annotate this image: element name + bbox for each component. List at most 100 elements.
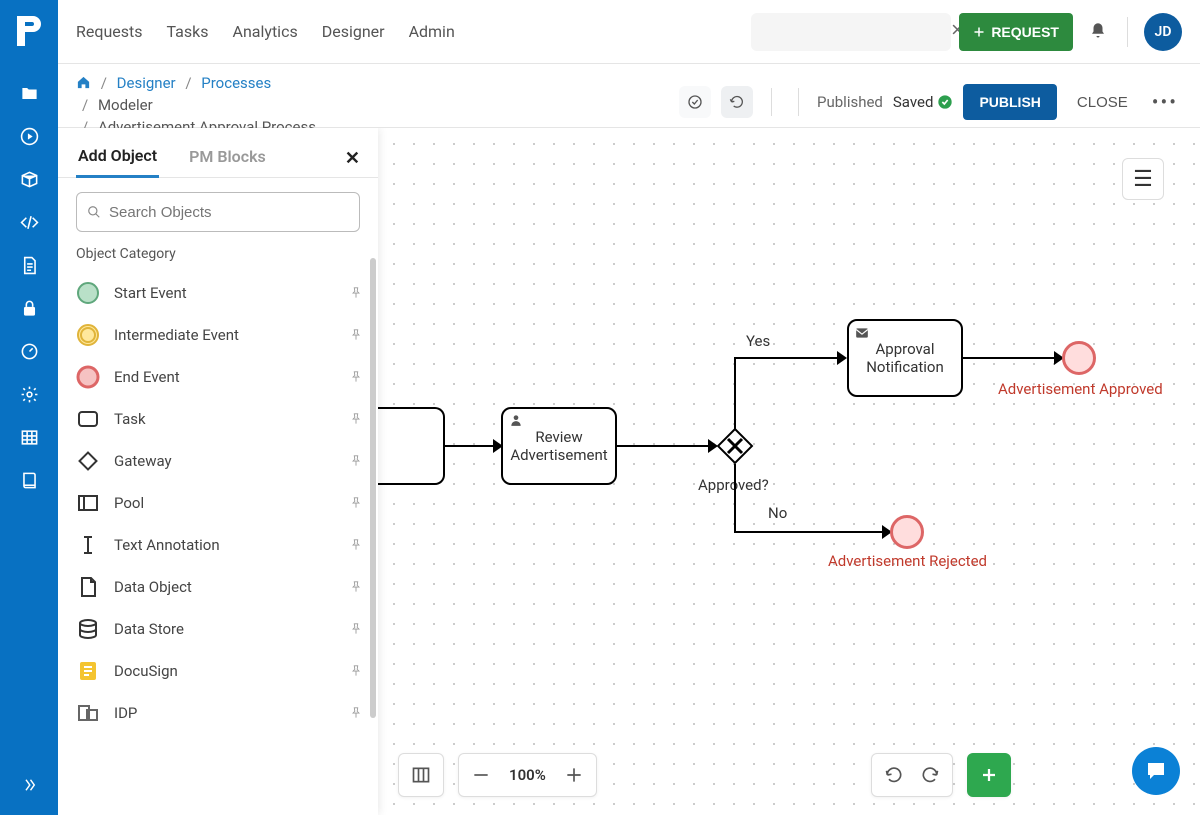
rail-lock-icon[interactable] xyxy=(0,287,58,330)
status-published: Published xyxy=(817,93,883,111)
pin-icon[interactable] xyxy=(342,279,370,307)
pin-icon[interactable] xyxy=(342,573,370,601)
object-item-pool[interactable]: Pool xyxy=(76,482,370,524)
home-icon[interactable] xyxy=(76,74,91,92)
node-end-rejected[interactable] xyxy=(890,515,924,549)
global-search[interactable] xyxy=(751,13,951,51)
pool-icon xyxy=(76,491,100,515)
crumb-designer[interactable]: Designer xyxy=(117,74,176,92)
zoom-in-button[interactable] xyxy=(564,765,584,785)
new-request-button[interactable]: REQUEST xyxy=(959,13,1073,51)
node-notify-task[interactable]: Approval Notification xyxy=(847,319,963,397)
tab-pm-blocks[interactable]: PM Blocks xyxy=(187,141,268,176)
zoom-level: 100% xyxy=(509,766,546,784)
validate-button[interactable] xyxy=(679,86,711,118)
panel-close-icon[interactable]: ✕ xyxy=(345,148,360,169)
topnav-requests[interactable]: Requests xyxy=(76,22,143,41)
more-menu-icon[interactable]: ••• xyxy=(1148,90,1182,114)
close-button[interactable]: CLOSE xyxy=(1067,84,1138,120)
rail-book-icon[interactable] xyxy=(0,459,58,502)
rail-code-icon[interactable] xyxy=(0,201,58,244)
publish-button[interactable]: PUBLISH xyxy=(963,84,1056,120)
object-item-text-annotation[interactable]: Text Annotation xyxy=(76,524,370,566)
notifications-icon[interactable] xyxy=(1089,21,1107,43)
app-logo xyxy=(14,14,44,48)
pin-icon[interactable] xyxy=(342,489,370,517)
object-item-data-object[interactable]: Data Object xyxy=(76,566,370,608)
request-button-label: REQUEST xyxy=(991,24,1059,40)
object-label: Data Object xyxy=(114,578,342,596)
chat-fab[interactable] xyxy=(1132,747,1180,795)
rail-doc-icon[interactable] xyxy=(0,244,58,287)
object-label: Data Store xyxy=(114,620,342,638)
pin-icon[interactable] xyxy=(342,657,370,685)
rail-gear-icon[interactable] xyxy=(0,373,58,416)
minimap-button[interactable] xyxy=(398,753,444,797)
process-canvas[interactable]: ☰ Review Advertisement xyxy=(378,128,1200,815)
rail-dial-icon[interactable] xyxy=(0,330,58,373)
rail-expand-button[interactable] xyxy=(0,755,58,815)
rail-table-icon[interactable] xyxy=(0,416,58,459)
pin-icon[interactable] xyxy=(342,363,370,391)
object-item-intermediate-event[interactable]: Intermediate Event xyxy=(76,314,370,356)
status-saved: Saved xyxy=(893,93,954,111)
pin-icon[interactable] xyxy=(342,615,370,643)
scrollbar[interactable] xyxy=(370,258,376,718)
search-icon xyxy=(87,205,101,219)
node-review-label: Review Advertisement xyxy=(507,428,611,464)
object-label: Intermediate Event xyxy=(114,326,342,344)
breadcrumb-bar: / Designer / Processes / Modeler / Adver… xyxy=(58,64,1200,128)
object-label: Text Annotation xyxy=(114,536,342,554)
add-element-button[interactable] xyxy=(967,753,1011,797)
topnav-tasks[interactable]: Tasks xyxy=(167,22,209,41)
intermediate-event-icon xyxy=(76,323,100,347)
flow-no-label: No xyxy=(768,504,787,522)
rail-play-icon[interactable] xyxy=(0,115,58,158)
object-item-start-event[interactable]: Start Event xyxy=(76,272,370,314)
idp-icon xyxy=(76,701,100,725)
rail-folder-icon[interactable] xyxy=(0,72,58,115)
object-item-docusign[interactable]: DocuSign xyxy=(76,650,370,692)
data-object-icon xyxy=(76,575,100,599)
pin-icon[interactable] xyxy=(342,699,370,727)
object-item-data-store[interactable]: Data Store xyxy=(76,608,370,650)
rail-box-icon[interactable] xyxy=(0,158,58,201)
top-bar: Requests Tasks Analytics Designer Admin … xyxy=(58,0,1200,64)
node-review-task[interactable]: Review Advertisement xyxy=(501,407,617,485)
user-icon xyxy=(509,413,523,431)
pin-icon[interactable] xyxy=(342,321,370,349)
object-label: End Event xyxy=(114,368,342,386)
check-icon xyxy=(937,94,953,110)
search-input[interactable] xyxy=(769,24,950,40)
pin-icon[interactable] xyxy=(342,531,370,559)
top-nav: Requests Tasks Analytics Designer Admin xyxy=(76,22,455,41)
crumb-modeler: Modeler xyxy=(98,96,153,114)
zoom-out-button[interactable] xyxy=(471,765,491,785)
object-search-input[interactable] xyxy=(109,204,349,221)
canvas-menu-icon[interactable]: ☰ xyxy=(1122,158,1164,200)
topnav-admin[interactable]: Admin xyxy=(409,22,455,41)
end-rejected-label: Advertisement Rejected xyxy=(828,552,987,570)
object-item-task[interactable]: Task xyxy=(76,398,370,440)
divider xyxy=(1127,17,1128,47)
history-controls xyxy=(871,753,953,797)
envelope-icon xyxy=(855,325,869,343)
object-item-idp[interactable]: IDP xyxy=(76,692,370,734)
pin-icon[interactable] xyxy=(342,447,370,475)
crumb-processes[interactable]: Processes xyxy=(201,74,271,92)
tab-add-object[interactable]: Add Object xyxy=(76,140,159,178)
plus-icon xyxy=(973,26,985,38)
object-item-end-event[interactable]: End Event xyxy=(76,356,370,398)
undo-button[interactable] xyxy=(884,765,904,785)
refresh-button[interactable] xyxy=(721,86,753,118)
gateway-icon xyxy=(76,449,100,473)
node-gateway[interactable] xyxy=(715,426,755,466)
object-search[interactable] xyxy=(76,192,360,232)
object-item-gateway[interactable]: Gateway xyxy=(76,440,370,482)
user-avatar[interactable]: JD xyxy=(1144,13,1182,51)
topnav-designer[interactable]: Designer xyxy=(322,22,385,41)
pin-icon[interactable] xyxy=(342,405,370,433)
topnav-analytics[interactable]: Analytics xyxy=(233,22,298,41)
node-end-approved[interactable] xyxy=(1062,341,1096,375)
redo-button[interactable] xyxy=(920,765,940,785)
